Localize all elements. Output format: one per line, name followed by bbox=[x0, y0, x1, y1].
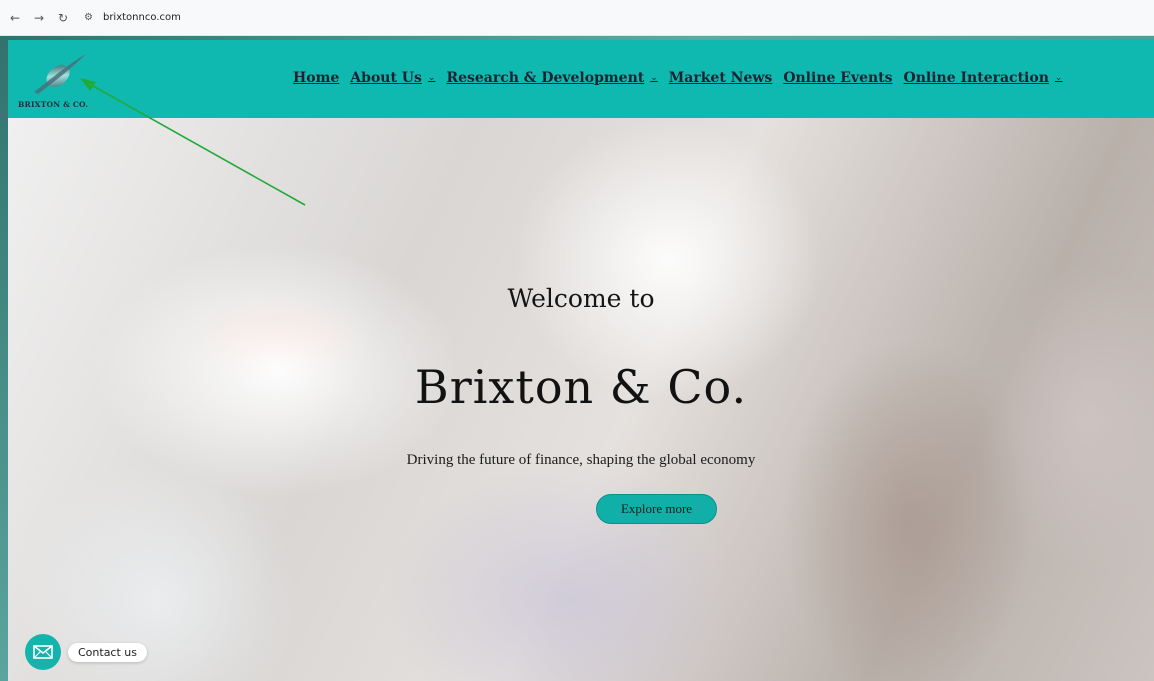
hero-subtitle: Driving the future of finance, shaping t… bbox=[406, 452, 756, 468]
hero-welcome: Welcome to bbox=[507, 284, 655, 313]
nav-home-label: Home bbox=[293, 70, 340, 86]
logo-text: BRIXTON & CO. bbox=[18, 100, 89, 109]
browser-toolbar: ← → ↻ ⚙ brixtonnco.com bbox=[0, 0, 1154, 36]
site-info-icon[interactable]: ⚙ bbox=[84, 12, 93, 23]
nav-online-interaction[interactable]: Online Interaction ⌄ bbox=[904, 70, 1063, 86]
chevron-down-icon: ⌄ bbox=[427, 73, 436, 83]
web-page: BRIXTON & CO. Home About Us ⌄ Research &… bbox=[8, 40, 1154, 681]
nav-about-us[interactable]: About Us ⌄ bbox=[350, 70, 435, 86]
nav-market-news[interactable]: Market News bbox=[669, 70, 773, 86]
contact-button[interactable] bbox=[25, 634, 61, 670]
nav-research-development-label: Research & Development bbox=[446, 70, 645, 86]
site-header: BRIXTON & CO. Home About Us ⌄ Research &… bbox=[8, 40, 1154, 118]
arrow-left-icon[interactable]: ← bbox=[8, 11, 22, 25]
explore-more-button[interactable]: Explore more bbox=[596, 494, 717, 524]
logo-swoosh-icon bbox=[34, 54, 86, 94]
nav-home[interactable]: Home bbox=[293, 70, 339, 86]
contact-us-label[interactable]: Contact us bbox=[68, 642, 147, 662]
mail-icon bbox=[33, 645, 53, 659]
brand-logo[interactable]: BRIXTON & CO. bbox=[18, 48, 102, 114]
arrow-right-icon[interactable]: → bbox=[32, 11, 46, 25]
address-bar-url[interactable]: brixtonnco.com bbox=[103, 12, 181, 23]
nav-research-development[interactable]: Research & Development ⌄ bbox=[446, 70, 657, 86]
contact-widget[interactable]: Contact us bbox=[25, 634, 147, 670]
chevron-down-icon: ⌄ bbox=[1054, 73, 1063, 83]
nav-online-interaction-label: Online Interaction bbox=[903, 70, 1049, 86]
nav-about-us-label: About Us bbox=[350, 70, 422, 86]
main-nav: Home About Us ⌄ Research & Development ⌄… bbox=[293, 66, 1062, 90]
nav-market-news-label: Market News bbox=[668, 70, 773, 86]
chevron-down-icon: ⌄ bbox=[650, 73, 658, 83]
hero-title: Brixton & Co. bbox=[414, 360, 748, 414]
reload-icon[interactable]: ↻ bbox=[56, 11, 70, 25]
nav-online-events-label: Online Events bbox=[783, 70, 893, 86]
nav-online-events[interactable]: Online Events bbox=[783, 70, 892, 86]
